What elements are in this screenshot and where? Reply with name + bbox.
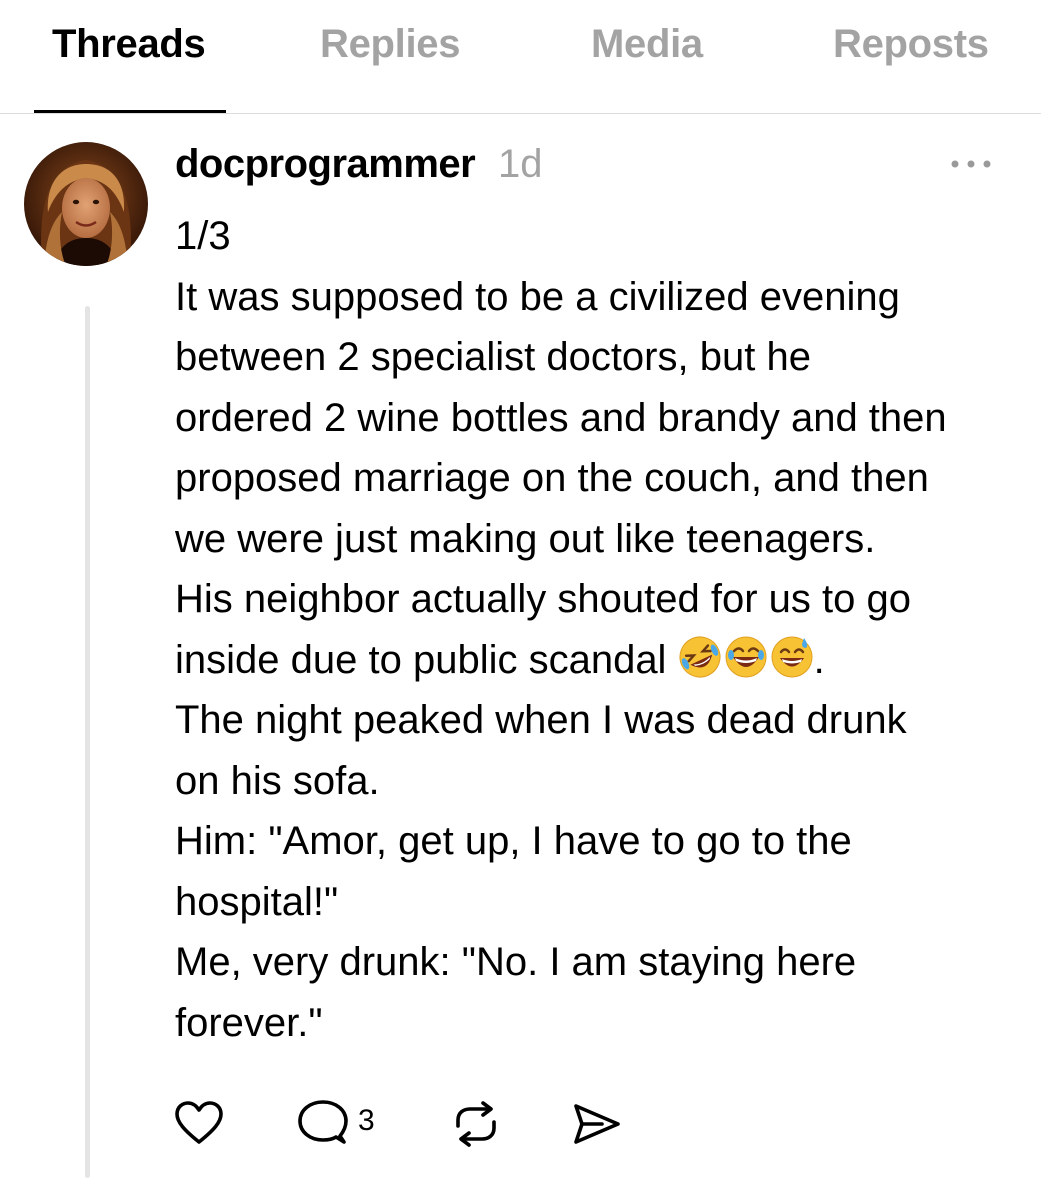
thread-connector-line — [85, 306, 90, 1178]
post-line: forever." — [175, 1000, 323, 1045]
post-line: proposed marriage on the couch, and then — [175, 456, 929, 500]
tab-threads[interactable]: Threads — [52, 22, 206, 67]
repost-icon[interactable] — [448, 1100, 504, 1153]
post-line: ordered 2 wine bottles and brandy and th… — [175, 395, 947, 440]
post-actions — [0, 1094, 1041, 1154]
tab-media[interactable]: Media — [591, 22, 703, 67]
share-icon[interactable] — [572, 1102, 622, 1151]
post-line: Me, very drunk: "No. I am staying here — [175, 940, 857, 984]
post-timestamp: 1d — [498, 142, 543, 186]
active-tab-indicator — [34, 110, 226, 113]
rolling-on-floor-laughing-emoji — [679, 636, 721, 677]
post-line-emoji: inside due to public scandal . — [175, 630, 1025, 691]
post-line: we were just making out like teenagers. — [175, 516, 876, 561]
post-line: between 2 specialist doctors, but he — [175, 335, 811, 379]
grinning-sweat-emoji — [771, 636, 813, 677]
post-line: Him: "Amor, get up, I have to go to the — [175, 819, 852, 863]
profile-tabs: Threads Replies Media Reposts — [0, 0, 1041, 114]
comment-icon[interactable] — [296, 1100, 348, 1153]
tab-reposts[interactable]: Reposts — [833, 22, 989, 67]
post-line-suffix: . — [813, 637, 825, 682]
reply-count: 3 — [358, 1104, 375, 1137]
post-body: 1/3 It was supposed to be a civilized eve… — [175, 206, 1025, 1053]
post-line: It was supposed to be a civilized evenin… — [175, 274, 900, 319]
heart-icon[interactable] — [174, 1100, 224, 1151]
post-line: hospital!" — [175, 879, 339, 924]
post-line: inside due to public scandal — [175, 637, 667, 682]
tab-replies[interactable]: Replies — [320, 22, 460, 67]
post-line: on his sofa. — [175, 758, 380, 803]
post-username[interactable]: docprogrammer — [175, 142, 476, 187]
emoji-group — [678, 635, 814, 679]
grinning-squinting-emoji — [725, 636, 767, 677]
post-line: 1/3 — [175, 214, 231, 258]
more-icon[interactable] — [948, 152, 994, 176]
post-line: His neighbor actually shouted for us to … — [175, 577, 911, 621]
post-line: The night peaked when I was dead drunk — [175, 698, 907, 742]
avatar[interactable] — [24, 142, 148, 266]
